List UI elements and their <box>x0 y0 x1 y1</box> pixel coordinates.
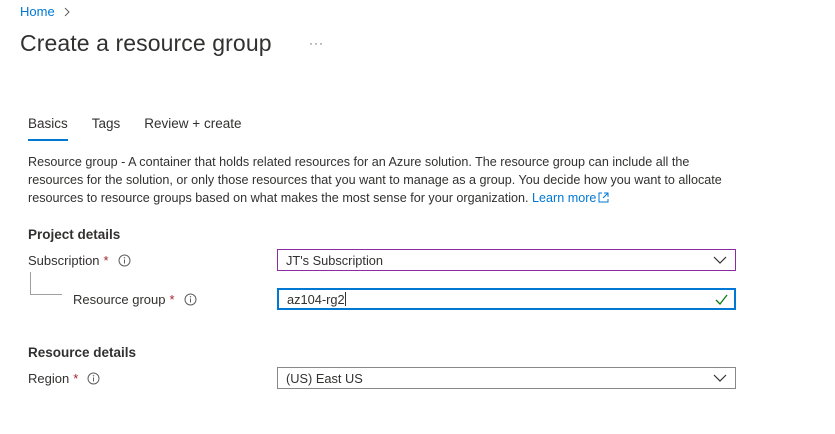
required-marker: * <box>73 371 79 386</box>
region-label: Region * <box>28 371 100 386</box>
resource-group-input[interactable]: az104-rg2 <box>277 288 736 310</box>
subscription-label: Subscription * <box>28 253 131 268</box>
required-marker: * <box>103 253 109 268</box>
chevron-right-icon <box>64 7 70 16</box>
tab-basics[interactable]: Basics <box>28 116 68 141</box>
tree-connector-horizontal <box>30 294 62 295</box>
chevron-down-icon <box>713 374 727 382</box>
description-text: Resource group - A container that holds … <box>28 155 722 205</box>
more-options-button[interactable]: ··· <box>309 36 324 50</box>
tab-tags[interactable]: Tags <box>92 116 121 139</box>
resource-group-value: az104-rg2 <box>287 291 715 307</box>
region-value: (US) East US <box>286 370 363 386</box>
info-icon[interactable] <box>118 254 131 267</box>
page-title: Create a resource group <box>20 30 272 56</box>
region-label-text: Region <box>28 371 70 386</box>
external-link-icon <box>598 192 609 203</box>
resource-group-label: Resource group * <box>73 292 197 307</box>
learn-more-label: Learn more <box>532 191 597 205</box>
checkmark-icon <box>715 294 728 305</box>
info-icon[interactable] <box>87 372 100 385</box>
breadcrumb-home-link[interactable]: Home <box>20 4 55 19</box>
region-dropdown[interactable]: (US) East US <box>277 367 736 389</box>
description: Resource group - A container that holds … <box>28 153 748 207</box>
text-cursor <box>344 291 346 306</box>
required-marker: * <box>169 292 175 307</box>
learn-more-link[interactable]: Learn more <box>532 191 609 205</box>
tab-bar: Basics Tags Review + create <box>28 116 265 141</box>
tab-review-create[interactable]: Review + create <box>144 116 241 139</box>
resource-details-heading: Resource details <box>28 345 137 360</box>
project-details-heading: Project details <box>28 227 121 242</box>
subscription-value: JT's Subscription <box>286 252 384 268</box>
info-icon[interactable] <box>184 293 197 306</box>
resource-group-text: az104-rg2 <box>287 291 345 307</box>
subscription-dropdown[interactable]: JT's Subscription <box>277 249 736 271</box>
tree-connector-vertical <box>30 272 31 294</box>
chevron-down-icon <box>713 256 727 264</box>
subscription-label-text: Subscription <box>28 253 100 268</box>
resource-group-label-text: Resource group <box>73 292 166 307</box>
breadcrumb: Home <box>20 4 72 19</box>
